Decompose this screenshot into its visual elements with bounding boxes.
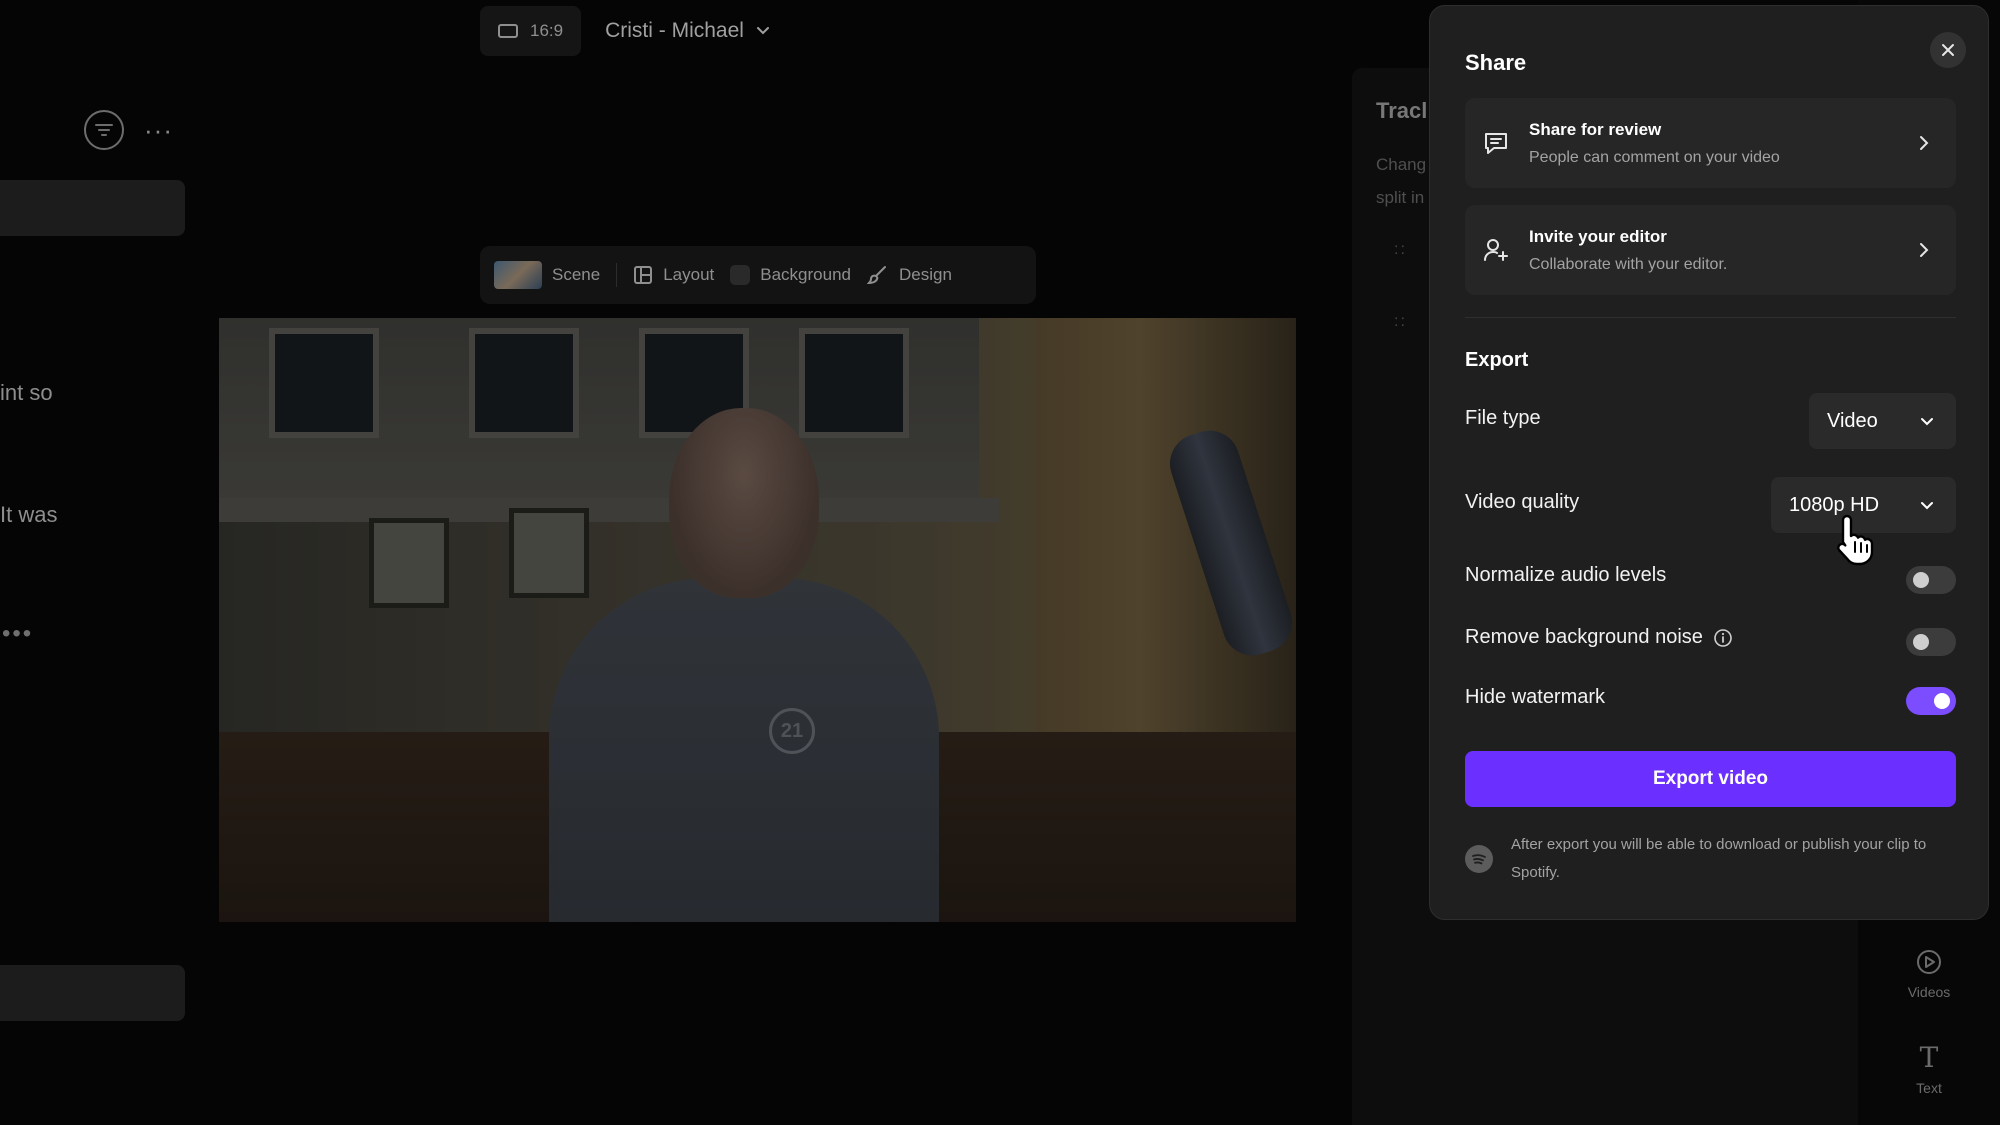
share-dialog: Share Share for review People can commen… (1429, 5, 1989, 920)
close-button[interactable] (1930, 32, 1966, 68)
invite-editor-option[interactable]: Invite your editor Collaborate with your… (1465, 205, 1956, 295)
option-subtitle: People can comment on your video (1529, 148, 1780, 166)
project-name: Cristi - Michael (605, 19, 744, 42)
footnote-text: After export you will be able to downloa… (1511, 836, 1927, 881)
option-title: Invite your editor (1529, 226, 1667, 246)
file-type-value: Video (1827, 409, 1878, 432)
play-circle-icon (1917, 950, 1941, 974)
chevron-down-icon (1921, 418, 1933, 426)
background-button[interactable]: Background (730, 265, 851, 285)
close-icon (1942, 44, 1954, 56)
file-type-select[interactable]: Video (1809, 393, 1956, 449)
file-type-label-text: File type (1465, 407, 1541, 429)
hide-watermark-label-text: Hide watermark (1465, 686, 1606, 708)
video-quality-label: Video quality (1465, 491, 1579, 514)
transcript-bar[interactable] (0, 180, 185, 236)
export-section-title: Export (1465, 349, 1529, 371)
video-dim-overlay (219, 318, 1296, 922)
section-divider (1465, 317, 1956, 318)
spotify-icon (1465, 845, 1493, 873)
filter-button[interactable] (84, 110, 124, 150)
option-texts: Share for review People can comment on y… (1529, 120, 1914, 167)
design-label: Design (898, 265, 952, 284)
text-icon: T (1919, 1041, 1939, 1074)
toggle-knob (1934, 693, 1950, 709)
ellipsis-icon: ••• (2, 620, 34, 647)
aspect-ratio-button[interactable]: 16:9 (480, 6, 582, 56)
layout-icon (634, 266, 653, 284)
chevron-down-icon (756, 27, 769, 35)
remove-noise-toggle[interactable] (1906, 628, 1956, 656)
normalize-audio-label-text: Normalize audio levels (1465, 564, 1667, 586)
info-icon[interactable] (1713, 628, 1733, 648)
more-icon: ··· (144, 115, 173, 145)
toggle-knob (1913, 572, 1929, 588)
normalize-audio-toggle[interactable] (1906, 566, 1956, 594)
rail-videos-label: Videos (1907, 984, 1951, 1000)
export-video-button[interactable]: Export video (1465, 751, 1956, 807)
drag-handle-icon[interactable]: :: (1394, 242, 1407, 258)
toolbar-divider (616, 263, 618, 287)
chevron-right-icon (1914, 133, 1934, 153)
aspect-ratio-icon (498, 24, 518, 38)
project-selector[interactable]: Cristi - Michael (605, 18, 776, 44)
transcript-actions: ··· (84, 110, 173, 150)
background-swatch (730, 265, 751, 285)
hide-watermark-label: Hide watermark (1465, 686, 1605, 709)
scene-label: Scene (552, 265, 601, 284)
filter-icon (95, 124, 113, 136)
option-title: Share for review (1529, 119, 1662, 139)
share-for-review-option[interactable]: Share for review People can comment on y… (1465, 98, 1956, 188)
rail-text-button[interactable]: T Text (1858, 1041, 2000, 1097)
rail-videos-button[interactable]: Videos (1858, 948, 2000, 1000)
brush-icon (866, 266, 886, 285)
scene-button[interactable]: Scene (494, 261, 600, 289)
video-quality-label-text: Video quality (1465, 491, 1580, 513)
layout-button[interactable]: Layout (633, 265, 714, 285)
transcript-line[interactable]: It was (0, 502, 57, 528)
hide-watermark-toggle[interactable] (1906, 687, 1956, 715)
toggle-knob (1913, 634, 1929, 650)
rail-text-label: Text (1916, 1080, 1942, 1096)
transcript-bar[interactable] (0, 965, 185, 1021)
comment-icon (1481, 128, 1511, 158)
top-bar: 16:9 Cristi - Michael (480, 6, 776, 56)
remove-noise-label-text: Remove background noise (1465, 626, 1703, 648)
user-plus-icon (1481, 235, 1511, 265)
normalize-audio-label: Normalize audio levels (1465, 564, 1666, 587)
remove-noise-label: Remove background noise (1465, 626, 1733, 649)
hand-cursor-icon (1837, 514, 1874, 566)
design-button[interactable]: Design (866, 264, 952, 286)
chevron-down-icon (1921, 502, 1933, 510)
scene-toolbar: Scene Layout Background Design (480, 246, 1036, 304)
scene-thumbnail (494, 261, 542, 289)
more-options-button[interactable]: ··· (144, 117, 173, 143)
video-preview[interactable]: 21 (219, 318, 1296, 922)
share-title: Share (1465, 50, 1527, 75)
chevron-right-icon (1914, 240, 1934, 260)
tracks-title: Tracl (1376, 98, 1428, 123)
layout-label: Layout (663, 265, 715, 284)
aspect-ratio-label: 16:9 (530, 21, 564, 40)
option-texts: Invite your editor Collaborate with your… (1529, 227, 1914, 274)
spotify-footnote: After export you will be able to downloa… (1465, 831, 1956, 887)
file-type-label: File type (1465, 407, 1541, 430)
background-label: Background (760, 265, 851, 284)
transcript-panel: ··· int so It was ••• (0, 0, 200, 1125)
option-subtitle: Collaborate with your editor. (1529, 255, 1728, 273)
drag-handle-icon[interactable]: :: (1394, 314, 1407, 330)
transcript-line[interactable]: int so (0, 380, 53, 406)
